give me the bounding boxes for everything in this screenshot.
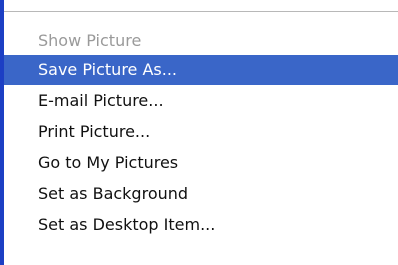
menu-item-show-picture[interactable]: Show Picture (4, 26, 398, 56)
menu-item-go-to-my-pictures[interactable]: Go to My Pictures (4, 148, 398, 178)
menu-separator (4, 0, 398, 13)
menu-item-set-as-background[interactable]: Set as Background (4, 179, 398, 209)
screenshot-stage: Show Picture Save Picture As... E-mail P… (0, 0, 398, 265)
menu-item-print-picture[interactable]: Print Picture... (4, 117, 398, 147)
menu-item-email-picture[interactable]: E-mail Picture... (4, 86, 398, 116)
menu-item-set-as-desktop-item[interactable]: Set as Desktop Item... (4, 210, 398, 240)
menu-item-save-picture-as[interactable]: Save Picture As... (4, 55, 398, 85)
context-menu: Show Picture Save Picture As... E-mail P… (4, 26, 398, 265)
